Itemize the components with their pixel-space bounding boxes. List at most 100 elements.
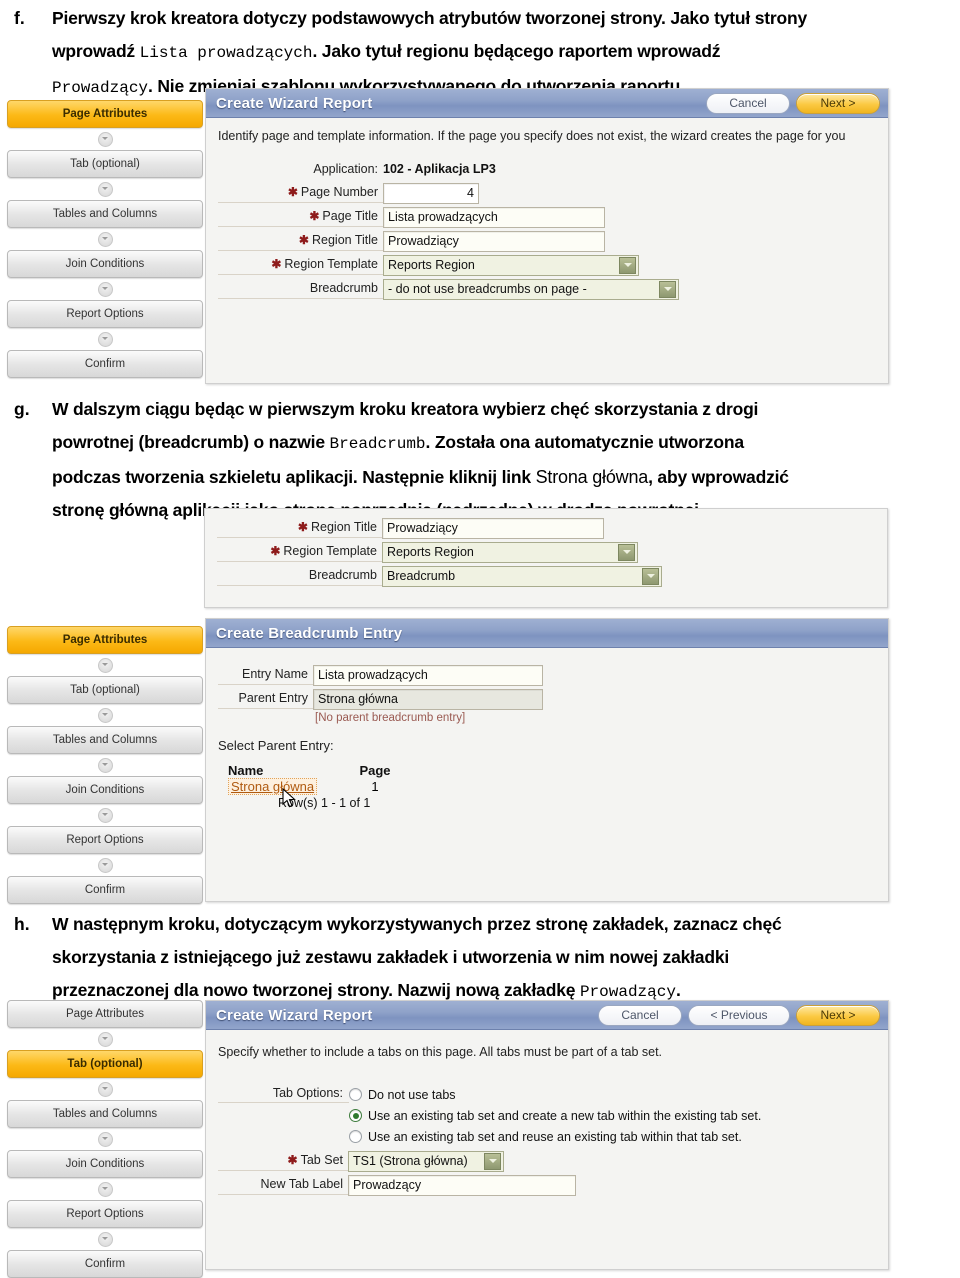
chevron-down-icon[interactable] — [619, 256, 636, 274]
application-label: Application: — [313, 161, 378, 176]
entry-name-input[interactable]: Lista prowadzących — [313, 664, 543, 686]
previous-button[interactable]: < Previous — [688, 1004, 790, 1026]
rail-item-page-attributes[interactable]: Page Attributes — [7, 626, 203, 654]
rail-separator — [7, 1128, 203, 1150]
fragment-panel: ✱ Region Title Prowadziący ✱ Region Templa… — [204, 508, 888, 608]
panel-body: Identify page and template information. … — [206, 118, 888, 314]
field-row-region-title: ✱ Region Title Prowadziący — [218, 230, 876, 252]
field-label: Tab Set — [300, 1153, 343, 1167]
cancel-button[interactable]: Cancel — [598, 1004, 682, 1026]
region-template-select[interactable]: Reports Region — [382, 541, 638, 563]
rail-separator — [7, 278, 203, 300]
page-number-input[interactable]: 4 — [383, 182, 479, 204]
chevron-down-icon — [97, 1231, 113, 1247]
breadcrumb-select[interactable]: Breadcrumb — [382, 565, 662, 587]
wizard-rail-1: Page Attributes Tab (optional) Tables an… — [7, 100, 203, 378]
radio-icon[interactable] — [349, 1130, 362, 1143]
tab-set-select[interactable]: TS1 (Strona główna) — [348, 1150, 504, 1172]
screenshot-create-wizard-report-tab-options: Page Attributes Tab (optional) Tables an… — [0, 1000, 900, 1278]
next-button[interactable]: Next > — [796, 1004, 880, 1026]
rail-item-join-conditions[interactable]: Join Conditions — [7, 1150, 203, 1178]
field-label: Region Title — [310, 520, 377, 534]
parent-entry-label: Parent Entry — [218, 689, 313, 709]
field-label: Region Template — [284, 257, 378, 271]
field-label: Breadcrumb — [309, 281, 378, 295]
parent-entry-link[interactable]: Strona główna — [228, 778, 318, 795]
paragraph-f-line-1: Pierwszy krok kreatora dotyczy podstawow… — [52, 8, 807, 28]
region-template-value: Reports Region — [387, 545, 474, 559]
screenshot-create-breadcrumb-entry: Page Attributes Tab (optional) Tables an… — [0, 618, 900, 904]
field-row-entry-name: Entry Name Lista prowadzących — [218, 664, 876, 686]
required-asterisk-icon: ✱ — [309, 209, 320, 223]
panel-header: Create Wizard Report Cancel < Previous N… — [206, 1001, 888, 1030]
paragraph-g-marker: g. — [14, 399, 30, 419]
new-tab-label-input[interactable]: Prowadzący — [348, 1174, 576, 1196]
rail-separator — [7, 1228, 203, 1250]
paragraph-h-marker: h. — [14, 914, 30, 934]
chevron-down-icon[interactable] — [642, 567, 659, 585]
breadcrumb-entry-panel: Create Breadcrumb Entry Entry Name Lista… — [205, 618, 889, 902]
rail-item-tab-optional[interactable]: Tab (optional) — [7, 150, 203, 178]
rail-item-tables-and-columns[interactable]: Tables and Columns — [7, 1100, 203, 1128]
rail-item-report-options[interactable]: Report Options — [7, 1200, 203, 1228]
entry-name-label: Entry Name — [218, 665, 313, 685]
rail-item-report-options[interactable]: Report Options — [7, 300, 203, 328]
table-rowcount: Row(s) 1 - 1 of 1 — [278, 796, 371, 810]
paragraph-f-line-2: wprowadź Lista prowadzących. Jako tytuł … — [52, 41, 721, 62]
paragraph-g: g. W dalszym ciągu będąc w pierwszym kro… — [14, 393, 960, 527]
field-row-region-title: ✱ Region Title Prowadziący — [217, 517, 875, 539]
region-title-input[interactable]: Prowadziący — [382, 517, 604, 539]
chevron-down-icon[interactable] — [484, 1152, 501, 1170]
panel-body: Entry Name Lista prowadzących Parent Ent… — [206, 648, 888, 822]
field-row-breadcrumb: Breadcrumb - do not use breadcrumbs on p… — [218, 278, 876, 300]
chevron-down-icon[interactable] — [618, 543, 635, 561]
rail-item-confirm[interactable]: Confirm — [7, 876, 203, 904]
field-label: Region Title — [311, 233, 378, 247]
page-title-input[interactable]: Lista prowadzących — [383, 206, 605, 228]
rail-item-join-conditions[interactable]: Join Conditions — [7, 776, 203, 804]
chevron-down-icon — [97, 857, 113, 873]
rail-item-tables-and-columns[interactable]: Tables and Columns — [7, 726, 203, 754]
paragraph-g-line-2: powrotnej (breadcrumb) o nazwie Breadcru… — [52, 432, 744, 453]
radio-option-existing-tabset-new-tab[interactable]: Use an existing tab set and create a new… — [349, 1105, 761, 1126]
next-button[interactable]: Next > — [796, 92, 880, 114]
rail-item-tab-optional[interactable]: Tab (optional) — [7, 1050, 203, 1078]
code-breadcrumb: Breadcrumb — [329, 435, 426, 453]
region-template-select[interactable]: Reports Region — [383, 254, 639, 276]
chevron-down-icon — [97, 1031, 113, 1047]
rail-separator — [7, 804, 203, 826]
form-page-attributes: Application: 102 - Aplikacja LP3 ✱ Page N… — [218, 158, 876, 300]
rail-separator — [7, 654, 203, 676]
column-header-name: Name — [228, 763, 264, 778]
rail-item-page-attributes[interactable]: Page Attributes — [7, 100, 203, 128]
rail-item-report-options[interactable]: Report Options — [7, 826, 203, 854]
rail-item-confirm[interactable]: Confirm — [7, 350, 203, 378]
radio-option-do-not-use-tabs[interactable]: Do not use tabs — [349, 1084, 761, 1105]
panel-title: Create Wizard Report — [216, 94, 373, 112]
paragraph-h-line-2: skorzystania z istniejącego już zestawu … — [52, 947, 730, 967]
cancel-button[interactable]: Cancel — [706, 92, 790, 114]
chevron-down-icon[interactable] — [659, 280, 676, 298]
tab-options-label: Tab Options: — [218, 1084, 349, 1103]
field-row-region-template: ✱ Region Template Reports Region — [218, 254, 876, 276]
radio-icon-selected[interactable] — [349, 1109, 362, 1122]
region-title-input[interactable]: Prowadziący — [383, 230, 605, 252]
wizard-rail-3: Page Attributes Tab (optional) Tables an… — [7, 1000, 203, 1278]
chevron-down-icon — [97, 331, 113, 347]
paragraph-h-line-1: W następnym kroku, dotyczącym wykorzysty… — [52, 914, 782, 934]
required-asterisk-icon: ✱ — [271, 257, 282, 271]
radio-label: Use an existing tab set and create a new… — [368, 1108, 762, 1123]
chevron-down-icon — [97, 181, 113, 197]
panel-body: Specify whether to include a tabs on thi… — [206, 1030, 888, 1210]
breadcrumb-select[interactable]: - do not use breadcrumbs on page - — [383, 278, 679, 300]
parent-entry-note: [No parent breadcrumb entry] — [315, 712, 466, 724]
rail-item-join-conditions[interactable]: Join Conditions — [7, 250, 203, 278]
rail-item-tables-and-columns[interactable]: Tables and Columns — [7, 200, 203, 228]
radio-option-existing-tabset-reuse-tab[interactable]: Use an existing tab set and reuse an exi… — [349, 1126, 761, 1147]
rail-item-page-attributes[interactable]: Page Attributes — [7, 1000, 203, 1028]
panel-description: Specify whether to include a tabs on thi… — [218, 1045, 663, 1059]
radio-icon[interactable] — [349, 1088, 362, 1101]
field-label: Page Number — [300, 185, 378, 199]
radio-label: Use an existing tab set and reuse an exi… — [368, 1129, 742, 1144]
rail-item-tab-optional[interactable]: Tab (optional) — [7, 676, 203, 704]
